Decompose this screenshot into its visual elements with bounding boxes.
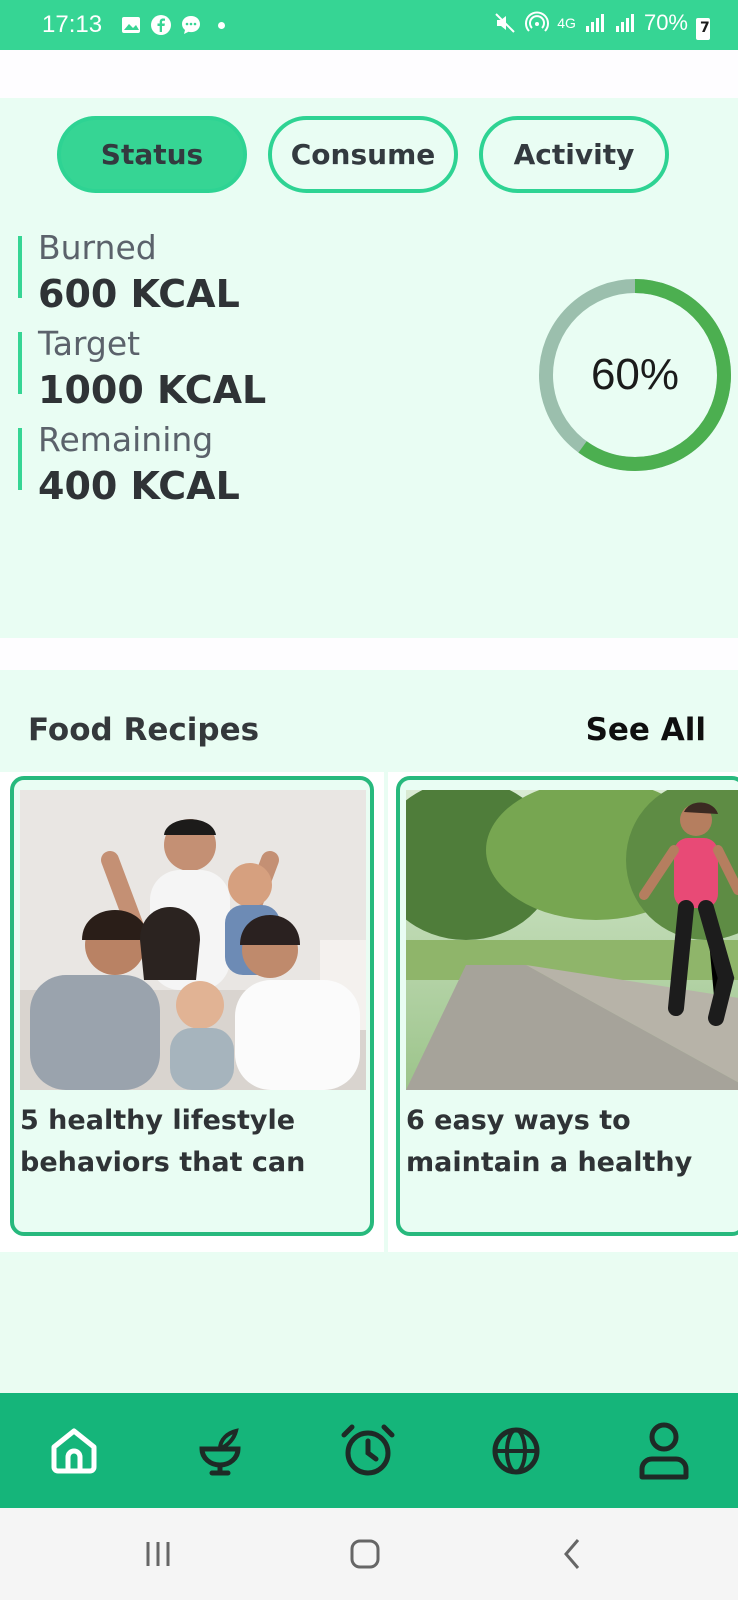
stat-accent-bar (18, 332, 22, 394)
nav-profile[interactable] (634, 1421, 694, 1481)
stat-label: Burned (38, 228, 157, 267)
tab-activity[interactable]: Activity (479, 116, 669, 193)
signal-icon (585, 14, 604, 32)
alarm-icon (341, 1424, 395, 1476)
recipes-section: Food Recipes See All 5 healthy lifestyle… (0, 670, 738, 1260)
home-square-icon (350, 1539, 380, 1569)
status-panel: Status Consume Activity Burned 600 KCAL … (0, 98, 738, 638)
recent-apps-button[interactable] (133, 1532, 183, 1576)
status-bar: 17:13 4G 70% 7 (0, 0, 738, 50)
stat-value: 1000 KCAL (38, 368, 267, 412)
recipe-caption: 5 healthy lifestyle behaviors that can s… (20, 1105, 338, 1190)
battery-icon: 7 (696, 18, 710, 40)
spacer-strip (0, 638, 738, 670)
bottom-nav (0, 1393, 738, 1508)
network-type: 4G (557, 15, 576, 31)
battery-percent: 70% (643, 10, 688, 35)
back-chevron-icon (564, 1539, 580, 1569)
system-nav-bar (0, 1508, 738, 1600)
clock: 17:13 (42, 11, 103, 38)
progress-percent: 60% (590, 350, 680, 399)
spacer-strip (0, 50, 738, 98)
stat-label: Remaining (38, 420, 214, 459)
notification-icons (120, 14, 225, 36)
food-icon (199, 1428, 241, 1476)
gallery-icon (122, 17, 140, 33)
stat-accent-bar (18, 428, 22, 490)
nav-globe[interactable] (486, 1421, 546, 1481)
recipe-caption: 6 easy ways to maintain a healthy lifest… (406, 1105, 693, 1190)
stat-value: 400 KCAL (38, 464, 240, 508)
more-notifications-dot (218, 21, 225, 29)
profile-icon (639, 1422, 689, 1480)
back-button[interactable] (548, 1532, 598, 1576)
signal-icon-2 (615, 14, 634, 32)
stat-value: 600 KCAL (38, 272, 240, 316)
tab-consume[interactable]: Consume (268, 116, 458, 193)
system-icons: 4G 70% (493, 10, 688, 36)
nav-home[interactable] (44, 1421, 104, 1481)
nav-alarm[interactable] (338, 1421, 398, 1481)
battery-badge: 7 (700, 20, 710, 36)
stat-label: Target (38, 324, 141, 363)
tab-status[interactable]: Status (57, 116, 247, 193)
recipe-image-runner (406, 790, 738, 1090)
home-button[interactable] (340, 1532, 390, 1576)
see-all-link[interactable]: See All (586, 712, 706, 748)
recipe-card[interactable]: 6 easy ways to maintain a healthy lifest… (396, 776, 738, 1236)
stat-accent-bar (18, 236, 22, 298)
recent-apps-icon (146, 1542, 170, 1566)
globe-icon (492, 1427, 540, 1475)
home-icon (51, 1428, 97, 1474)
nav-food[interactable] (190, 1421, 250, 1481)
mute-icon (495, 13, 515, 33)
recipe-image-family (20, 790, 366, 1090)
recipe-card[interactable]: 5 healthy lifestyle behaviors that can s… (10, 776, 374, 1236)
hotspot-icon (525, 11, 550, 32)
facebook-icon (151, 15, 171, 35)
section-title: Food Recipes (28, 712, 260, 748)
chat-icon (182, 16, 200, 34)
